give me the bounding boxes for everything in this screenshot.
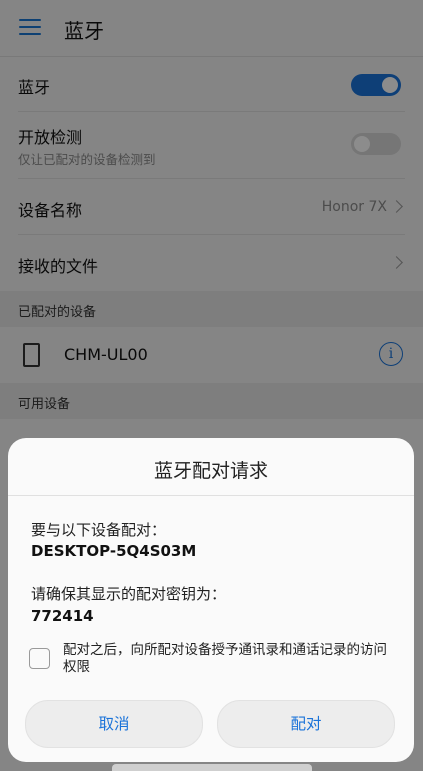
pairing-key: 772414: [31, 607, 94, 625]
pair-with-label: 要与以下设备配对：: [31, 521, 167, 539]
background-sheet-edge: [112, 764, 312, 771]
confirm-key-label: 请确保其显示的配对密钥为：: [31, 585, 227, 603]
pairing-request-dialog: 蓝牙配对请求 要与以下设备配对： DESKTOP-5Q4S03M 请确保其显示的…: [8, 438, 414, 762]
pair-button[interactable]: 配对: [217, 700, 395, 748]
dialog-title: 蓝牙配对请求: [153, 460, 268, 482]
bluetooth-settings-screen: 蓝牙 蓝牙 开放检测 仅让已配对的设备检测到 设备名称 Honor 7X 接收的…: [0, 0, 423, 771]
cancel-button[interactable]: 取消: [25, 700, 203, 748]
dialog-divider: [8, 495, 414, 496]
pair-device-name: DESKTOP-5Q4S03M: [31, 542, 197, 560]
grant-contacts-checkbox[interactable]: [29, 648, 50, 669]
grant-contacts-label[interactable]: 配对之后，向所配对设备授予通讯录和通话记录的访问权限: [63, 642, 398, 676]
